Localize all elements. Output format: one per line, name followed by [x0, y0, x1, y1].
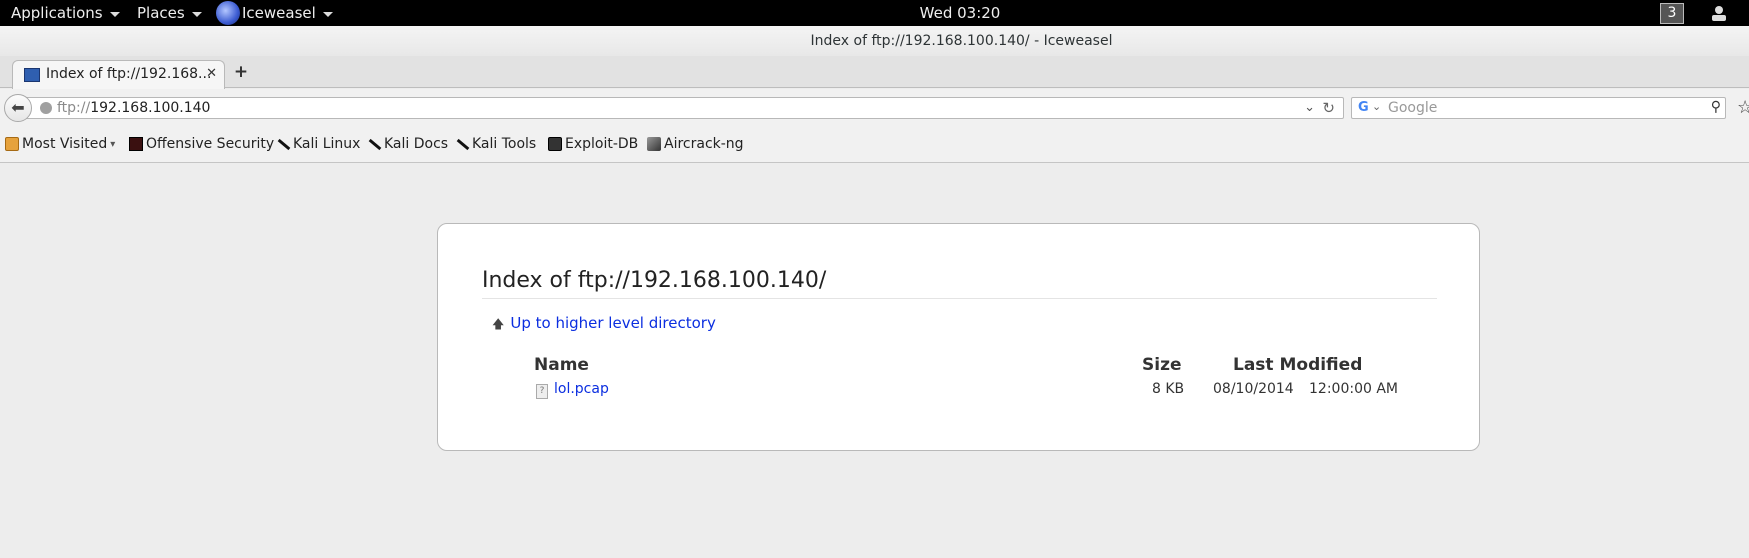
column-header-modified[interactable]: Last Modified [1233, 355, 1362, 375]
bookmark-label: Kali Tools [472, 136, 537, 152]
kali-dragon-icon [367, 137, 381, 151]
bookmark-kali-docs[interactable]: Kali Docs [367, 136, 448, 152]
bookmark-exploit-db[interactable]: Exploit-DB [548, 136, 638, 152]
chevron-down-icon[interactable]: ⌄ [1372, 100, 1381, 113]
window-title: Index of ftp://192.168.100.140/ - Icewea… [810, 33, 1113, 49]
bookmark-most-visited[interactable]: Most Visited ▾ [5, 136, 115, 152]
unknown-file-icon: ? [536, 384, 548, 399]
search-input[interactable] [1388, 99, 1688, 117]
bookmark-label: Kali Linux [293, 136, 361, 152]
file-date: 08/10/2014 [1213, 381, 1294, 397]
gnome-top-bar: Applications Places Iceweasel Wed 03:20 … [0, 0, 1749, 26]
kali-dragon-icon [276, 137, 290, 151]
star-icon[interactable]: ☆ [1737, 97, 1749, 118]
bookmark-kali-linux[interactable]: Kali Linux [276, 136, 360, 152]
folder-icon [5, 137, 19, 151]
kali-dragon-icon [455, 137, 469, 151]
site-identity-icon[interactable] [40, 102, 52, 114]
aircrack-icon [647, 137, 661, 151]
google-icon[interactable]: G [1358, 100, 1369, 115]
navigation-toolbar: ftp://192.168.100.140 ⌄ ↻ ⬅ G ⌄ ⚲ ☆ [0, 89, 1749, 127]
offensive-security-icon [129, 137, 143, 151]
file-link[interactable]: lol.pcap [554, 381, 609, 397]
search-bar[interactable]: G ⌄ ⚲ [1351, 97, 1726, 119]
page-title: Index of ftp://192.168.100.140/ [482, 268, 827, 293]
url-host: 192.168.100.140 [90, 100, 211, 116]
close-icon[interactable]: ✕ [206, 66, 217, 81]
search-icon[interactable]: ⚲ [1711, 99, 1721, 115]
clock[interactable]: Wed 03:20 [0, 0, 1749, 26]
column-header-size[interactable]: Size [1142, 355, 1182, 375]
url-text[interactable]: ftp://192.168.100.140 [57, 100, 210, 116]
bookmark-kali-tools[interactable]: Kali Tools [455, 136, 536, 152]
window-title-bar: Index of ftp://192.168.100.140/ - Icewea… [0, 26, 1749, 56]
url-bar[interactable]: ftp://192.168.100.140 ⌄ ↻ [24, 97, 1344, 119]
tab-active[interactable]: Index of ftp://192.168... ✕ [12, 60, 225, 89]
chevron-down-icon[interactable]: ⌄ [1304, 100, 1315, 115]
parent-directory-label: Up to higher level directory [510, 314, 716, 332]
bookmark-label: Offensive Security [146, 136, 275, 152]
bookmark-aircrack-ng[interactable]: Aircrack-ng [647, 136, 744, 152]
url-protocol: ftp:// [57, 100, 91, 116]
file-time: 12:00:00 AM [1309, 381, 1398, 397]
page-content: Index of ftp://192.168.100.140/ 🡅 Up to h… [0, 164, 1749, 558]
tab-strip: Index of ftp://192.168... ✕ + [0, 56, 1749, 89]
bookmark-label: Most Visited [22, 136, 108, 152]
arrow-up-icon: 🡅 [492, 317, 505, 331]
bookmark-label: Aircrack-ng [664, 136, 744, 152]
chevron-down-icon: ▾ [110, 138, 116, 150]
workspace-indicator[interactable]: 3 [1660, 3, 1684, 24]
bookmark-offensive-security[interactable]: Offensive Security [129, 136, 274, 152]
new-tab-button[interactable]: + [233, 64, 249, 81]
exploit-db-icon [548, 137, 562, 151]
divider [482, 298, 1437, 299]
system-status-icon[interactable] [1709, 4, 1729, 22]
bookmarks-toolbar: Most Visited ▾ Offensive Security Kali L… [0, 127, 1749, 163]
computer-icon [24, 68, 40, 82]
file-size: 8 KB [1152, 381, 1185, 397]
tab-label: Index of ftp://192.168... [46, 66, 212, 82]
back-button[interactable]: ⬅ [4, 94, 32, 122]
parent-directory-link[interactable]: 🡅 Up to higher level directory [492, 314, 716, 336]
bookmark-label: Exploit-DB [565, 136, 639, 152]
bookmark-label: Kali Docs [384, 136, 449, 152]
directory-listing: Index of ftp://192.168.100.140/ 🡅 Up to h… [437, 223, 1480, 451]
reload-icon[interactable]: ↻ [1322, 99, 1335, 117]
column-header-name[interactable]: Name [534, 355, 589, 375]
arrow-left-icon: ⬅ [11, 98, 25, 117]
